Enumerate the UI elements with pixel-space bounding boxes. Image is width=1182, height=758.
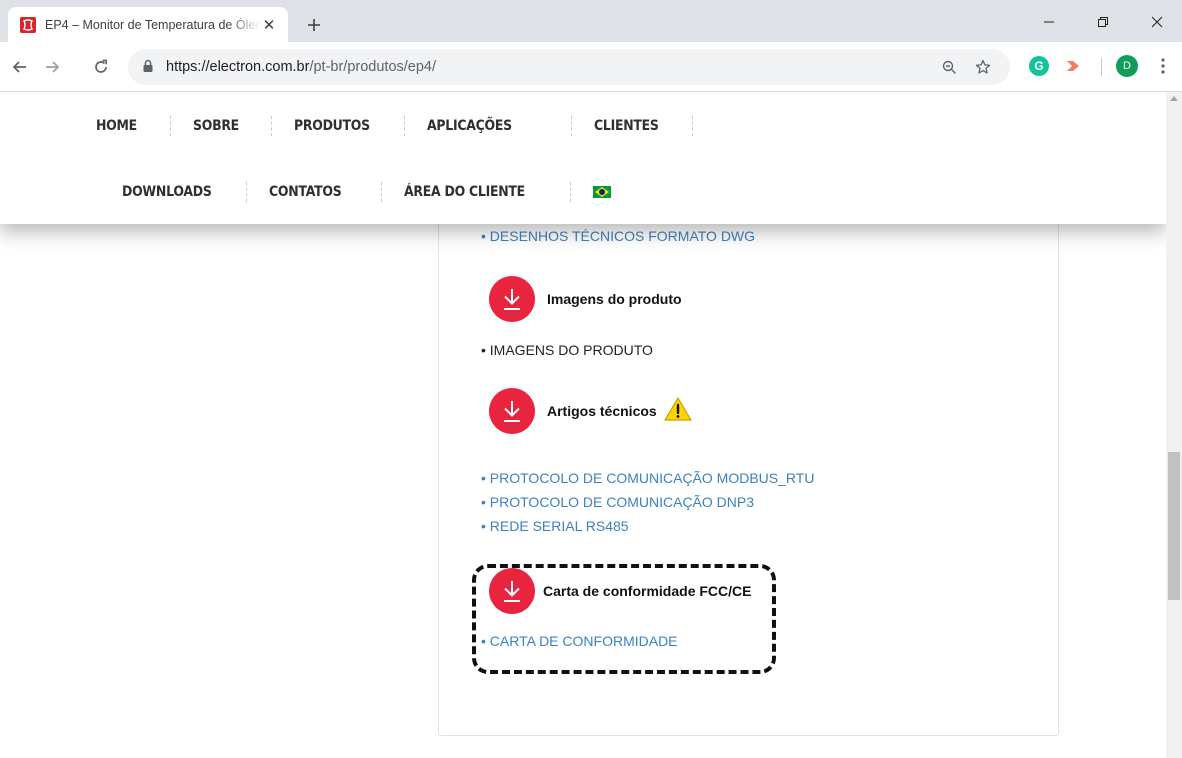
- nav-area-do-cliente[interactable]: ÁREA DO CLIENTE: [404, 184, 528, 200]
- address-bar[interactable]: https://electron.com.br/pt-br/produtos/e…: [128, 49, 1010, 85]
- nav-sobre[interactable]: SOBRE: [193, 118, 241, 134]
- download-icon[interactable]: [489, 388, 535, 434]
- nav-contatos[interactable]: CONTATOS: [269, 184, 346, 200]
- nav-separator: [381, 182, 382, 202]
- minimize-icon: [1044, 21, 1054, 23]
- images-section-header: Imagens do produto: [489, 276, 682, 322]
- brazil-flag-icon[interactable]: [593, 186, 611, 198]
- restore-button[interactable]: [1080, 8, 1126, 36]
- nav-home[interactable]: HOME: [96, 118, 141, 134]
- plus-icon: [308, 19, 320, 31]
- modbus-protocol-link[interactable]: • PROTOCOLO DE COMUNICAÇÃO MODBUS_RTU: [481, 470, 814, 486]
- profile-avatar[interactable]: D: [1116, 55, 1138, 77]
- reload-icon: [95, 59, 108, 73]
- url-host: https://electron.com.br: [166, 59, 310, 75]
- close-window-button[interactable]: [1134, 8, 1180, 36]
- nav-row-secondary: DOWNLOADS CONTATOS ÁREA DO CLIENTE: [122, 182, 611, 202]
- rs485-serial-link[interactable]: • REDE SERIAL RS485: [481, 518, 629, 534]
- url-text: https://electron.com.br/pt-br/produtos/e…: [166, 59, 436, 75]
- nav-produtos[interactable]: PRODUTOS: [294, 118, 370, 134]
- nav-downloads[interactable]: DOWNLOADS: [122, 184, 212, 200]
- kebab-menu-icon[interactable]: [1154, 56, 1172, 76]
- articles-section-title: Artigos técnicos: [547, 403, 657, 419]
- zoom-icon[interactable]: [940, 58, 958, 76]
- new-tab-button[interactable]: [303, 14, 325, 36]
- extension-arrow-icon[interactable]: [1063, 56, 1083, 76]
- grammarly-extension-icon[interactable]: G: [1029, 56, 1049, 76]
- nav-separator: [246, 182, 247, 202]
- page-viewport: • DESENHOS TÉCNICOS FORMATO DWG Imagens …: [0, 92, 1166, 758]
- page-scrollbar[interactable]: [1166, 92, 1182, 758]
- close-icon: [1151, 16, 1163, 28]
- star-icon[interactable]: [974, 58, 992, 76]
- downloads-panel: • DESENHOS TÉCNICOS FORMATO DWG Imagens …: [438, 152, 1059, 736]
- nav-separator: [170, 116, 171, 136]
- nav-aplicacoes[interactable]: APLICAÇÕES: [427, 118, 532, 134]
- nav-separator: [692, 116, 693, 136]
- url-path: /pt-br/produtos/ep4/: [309, 59, 437, 75]
- arrow-right-icon: [46, 61, 60, 73]
- fcc-section-header: Carta de conformidade FCC/CE: [489, 568, 751, 614]
- tab-title: EP4 – Monitor de Temperatura de Óleo: [45, 17, 260, 32]
- site-navigation: HOME SOBRE PRODUTOS APLICAÇÕES CLIENTES …: [0, 92, 1166, 224]
- conformity-letter-link[interactable]: • CARTA DE CONFORMIDADE: [481, 633, 678, 649]
- download-icon[interactable]: [489, 568, 535, 614]
- dwg-drawings-link[interactable]: • DESENHOS TÉCNICOS FORMATO DWG: [481, 228, 755, 244]
- download-icon[interactable]: [489, 276, 535, 322]
- restore-icon: [1098, 17, 1108, 27]
- grammarly-letter: G: [1034, 59, 1044, 73]
- tab-strip: EP4 – Monitor de Temperatura de Óleo ✕: [0, 0, 1182, 42]
- avatar-initial: D: [1123, 60, 1131, 72]
- dnp3-protocol-link[interactable]: • PROTOCOLO DE COMUNICAÇÃO DNP3: [481, 494, 754, 510]
- articles-section-header: Artigos técnicos: [489, 388, 693, 434]
- product-images-item: • IMAGENS DO PRODUTO: [481, 342, 653, 358]
- nav-separator: [571, 116, 572, 136]
- tab-close-icon[interactable]: ✕: [260, 16, 278, 34]
- toolbar-divider: [1101, 58, 1102, 76]
- warning-icon: [663, 396, 693, 427]
- fcc-section-title: Carta de conformidade FCC/CE: [543, 583, 752, 599]
- reload-button[interactable]: [89, 55, 113, 79]
- back-button[interactable]: [8, 55, 32, 79]
- forward-button[interactable]: [40, 55, 64, 79]
- nav-separator: [570, 182, 571, 202]
- nav-separator: [404, 116, 405, 136]
- nav-clientes[interactable]: CLIENTES: [594, 118, 659, 134]
- nav-separator: [271, 116, 272, 136]
- arrow-left-icon: [12, 61, 26, 73]
- scroll-up-icon[interactable]: [1170, 96, 1178, 101]
- nav-row-primary: HOME SOBRE PRODUTOS APLICAÇÕES CLIENTES: [96, 116, 693, 136]
- images-section-title: Imagens do produto: [547, 291, 682, 307]
- browser-tab[interactable]: EP4 – Monitor de Temperatura de Óleo ✕: [8, 7, 288, 42]
- minimize-button[interactable]: [1026, 8, 1072, 36]
- lock-icon: [143, 59, 153, 72]
- scroll-thumb[interactable]: [1168, 452, 1180, 600]
- browser-toolbar: https://electron.com.br/pt-br/produtos/e…: [0, 42, 1182, 92]
- electron-favicon-icon: [20, 16, 36, 33]
